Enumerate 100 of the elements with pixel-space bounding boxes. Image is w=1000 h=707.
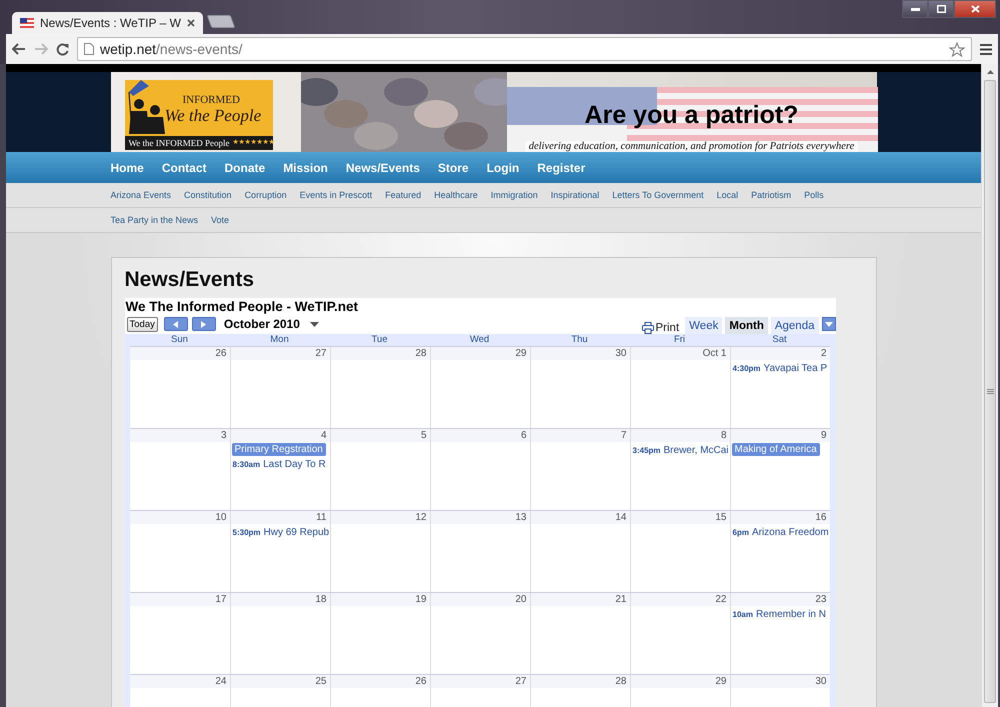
category-link[interactable]: Local (716, 183, 738, 207)
print-button[interactable]: Print (642, 322, 680, 334)
banner-headline: Are you a patriot? (584, 101, 798, 130)
day-number: 2 (730, 347, 830, 360)
category-link[interactable]: Polls (804, 183, 824, 207)
caret-icon (310, 322, 319, 326)
weekday-label: Wed (468, 334, 490, 346)
event-link[interactable]: 4:30pm Yavapai Tea P (732, 363, 830, 374)
close-icon (970, 5, 980, 13)
back-button[interactable] (12, 43, 26, 55)
category-link[interactable]: Corruption (244, 183, 287, 207)
event-link[interactable]: 8:30am Last Day To R (232, 459, 330, 470)
reload-button[interactable] (56, 42, 69, 56)
menu-icon (980, 44, 992, 54)
back-arrow-icon (12, 43, 26, 55)
weekday-label: Fri (672, 334, 686, 346)
category-link[interactable]: Letters To Government (612, 183, 704, 207)
view-tab[interactable]: Agenda (770, 317, 818, 334)
view-menu-button[interactable] (822, 317, 836, 331)
view-tab[interactable]: Month (725, 317, 768, 334)
day-number: 24 (130, 675, 230, 688)
category-link[interactable]: Constitution (184, 183, 232, 207)
weekday-label: Sat (771, 334, 788, 346)
nav-link[interactable]: Login (486, 160, 520, 174)
day-number: 22 (630, 593, 730, 606)
category-link[interactable]: Events in Prescott (300, 183, 372, 207)
forward-arrow-icon (34, 43, 48, 55)
address-bar[interactable]: wetip.net/news-events/ (77, 37, 972, 61)
day-number: 27 (230, 347, 330, 360)
view-tab[interactable]: Week (685, 317, 722, 334)
event-link[interactable]: 6pm Arizona Freedom (732, 527, 830, 538)
category-link[interactable]: Tea Party in the News (110, 208, 198, 232)
event-chip[interactable]: Making of America (732, 443, 820, 456)
day-number: 6 (430, 429, 530, 442)
day-number: 10 (130, 511, 230, 524)
day-number: 29 (630, 675, 730, 688)
category-link[interactable]: Arizona Events (110, 183, 172, 207)
scroll-thumb[interactable] (984, 80, 996, 703)
event-link[interactable]: 5:30pm Hwy 69 Repub (232, 527, 330, 538)
close-button[interactable] (954, 0, 996, 18)
category-link[interactable]: Healthcare (434, 183, 478, 207)
day-number: 28 (530, 675, 630, 688)
month-menu-button[interactable] (310, 322, 319, 326)
day-number: 3 (130, 429, 230, 442)
printer-icon (642, 322, 654, 334)
tab-title: News/Events : WeTIP – W (40, 16, 181, 30)
url-text: wetip.net/news-events/ (100, 41, 242, 57)
day-number: 8 (630, 429, 730, 442)
logo-caption: We the INFORMED People (128, 138, 230, 148)
today-button[interactable]: Today (126, 316, 158, 332)
new-tab-button[interactable] (206, 15, 236, 28)
page-icon (84, 43, 94, 55)
nav-link[interactable]: Store (438, 160, 469, 174)
nav-link[interactable]: Mission (283, 160, 328, 174)
day-number: 26 (330, 675, 430, 688)
day-number: 25 (230, 675, 330, 688)
weekday-label: Mon (269, 334, 290, 346)
up-triangle-icon (986, 70, 994, 74)
category-link[interactable]: Inspirational (550, 183, 600, 207)
nav-link[interactable]: Register (537, 160, 586, 174)
category-link[interactable]: Vote (211, 208, 230, 232)
logo-top-text: INFORMED (182, 94, 241, 106)
weekday-label: Sun (170, 334, 189, 346)
weekday-label: Tue (370, 334, 389, 346)
day-number: 16 (730, 511, 830, 524)
maximize-icon (936, 5, 946, 13)
event-link[interactable]: 3:45pm Brewer, McCai (632, 445, 730, 456)
day-number: 7 (530, 429, 630, 442)
day-number: Oct 1 (630, 347, 730, 360)
nav-link[interactable]: News/Events (346, 160, 420, 174)
category-link[interactable]: Patriotism (751, 183, 792, 207)
flag-icon (20, 18, 34, 28)
category-link[interactable]: Immigration (490, 183, 538, 207)
event-link[interactable]: 10am Remember in N (732, 609, 830, 620)
category-link[interactable]: Featured (385, 183, 422, 207)
browser-tab[interactable]: News/Events : WeTIP – W (12, 12, 203, 34)
day-number: 15 (630, 511, 730, 524)
day-number: 23 (730, 593, 830, 606)
previous-button[interactable] (164, 317, 188, 331)
next-button[interactable] (192, 317, 216, 331)
nav-link[interactable]: Contact (162, 160, 207, 174)
day-number: 27 (430, 675, 530, 688)
day-number: 4 (230, 429, 330, 442)
day-number: 30 (530, 347, 630, 360)
reload-icon (56, 42, 69, 56)
event-chip[interactable]: Primary Regstration (232, 443, 326, 456)
minimize-button[interactable] (902, 0, 928, 18)
nav-link[interactable]: Donate (224, 160, 266, 174)
calendar-title: We The Informed People - WeTIP.net (124, 298, 360, 314)
day-number: 14 (530, 511, 630, 524)
day-number: 28 (330, 347, 430, 360)
day-number: 13 (430, 511, 530, 524)
nav-link[interactable]: Home (110, 160, 144, 174)
page-title: News/Events (124, 268, 256, 292)
menu-button[interactable] (980, 44, 992, 54)
caret-icon (824, 322, 832, 326)
day-number: 5 (330, 429, 430, 442)
day-number: 11 (230, 511, 330, 524)
maximize-button[interactable] (928, 0, 954, 18)
right-triangle-icon (201, 320, 206, 328)
